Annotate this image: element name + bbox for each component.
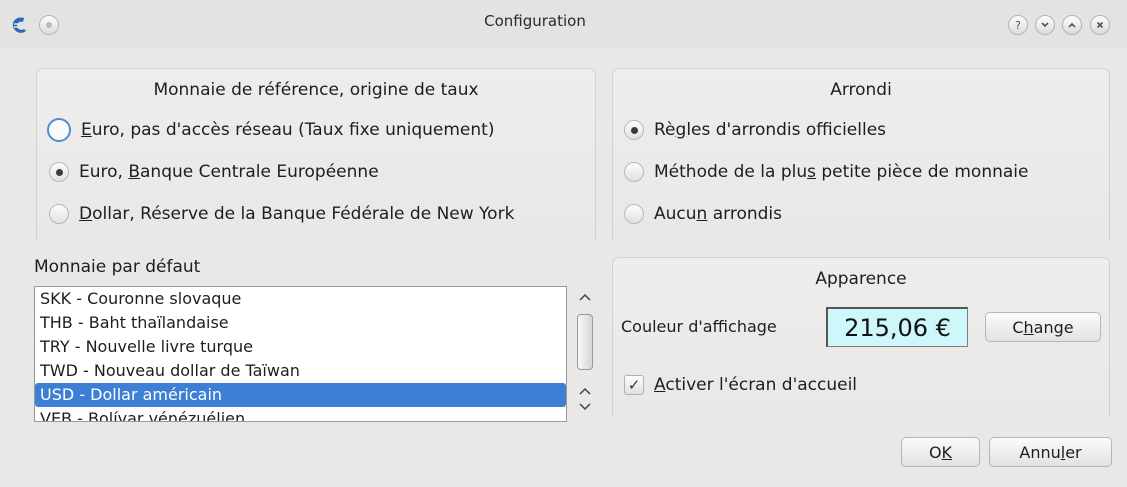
radio-button-checked[interactable] (49, 162, 69, 182)
list-item[interactable]: THB - Baht thaïlandaise (35, 311, 566, 335)
check-icon[interactable]: ✓ (624, 375, 644, 395)
scrollbar-thumb[interactable] (577, 314, 593, 370)
help-icon[interactable]: ? (1008, 15, 1028, 35)
color-sample: 215,06 € (826, 307, 968, 347)
radio-button-checked[interactable] (624, 120, 644, 140)
radio-dollar-fed[interactable]: Dollar, Réserve de la Banque Fédérale de… (49, 204, 514, 224)
radio-smallest-coin[interactable]: Méthode de la plus petite pièce de monna… (624, 162, 1029, 182)
rounding-group-title: Arrondi (830, 80, 892, 100)
list-scrollbar[interactable] (572, 286, 598, 422)
minimize-icon[interactable] (1035, 15, 1055, 35)
radio-label: Aucun arrondis (654, 204, 782, 224)
close-icon[interactable] (1090, 15, 1110, 35)
scroll-down-icon[interactable] (572, 400, 598, 416)
radio-button[interactable] (49, 204, 69, 224)
radio-euro-ecb[interactable]: Euro, Banque Centrale Européenne (49, 162, 379, 182)
radio-label: Règles d'arrondis officielles (654, 120, 887, 140)
default-currency-list[interactable]: SKK - Couronne slovaque THB - Baht thaïl… (34, 286, 567, 422)
radio-label: Euro, pas d'accès réseau (Taux fixe uniq… (81, 120, 495, 140)
radio-button[interactable] (47, 118, 71, 142)
radio-label: Euro, Banque Centrale Européenne (79, 162, 379, 182)
scroll-up-icon[interactable] (572, 384, 598, 400)
cancel-button[interactable]: Annu l er (989, 437, 1112, 467)
list-item-selected[interactable]: USD - Dollar américain (35, 383, 566, 407)
list-item[interactable]: TWD - Nouveau dollar de Taïwan (35, 359, 566, 383)
ok-button[interactable]: OK (901, 437, 980, 467)
list-item[interactable]: TRY - Nouvelle livre turque (35, 335, 566, 359)
display-color-label: Couleur d'affichage (621, 317, 777, 336)
list-item[interactable]: VEB - Bolívar vénézuélien (35, 407, 566, 421)
splash-screen-checkbox[interactable]: ✓ Activer l'écran d'accueil (624, 375, 857, 395)
default-currency-label: Monnaie par défaut (34, 257, 201, 277)
radio-button[interactable] (624, 162, 644, 182)
checkbox-label: Activer l'écran d'accueil (654, 375, 858, 395)
radio-no-rounding[interactable]: Aucun arrondis (624, 204, 782, 224)
change-color-button[interactable]: Ch ange (985, 312, 1101, 342)
radio-euro-fixed[interactable]: Euro, pas d'accès réseau (Taux fixe uniq… (47, 118, 494, 142)
scroll-up-icon[interactable] (572, 290, 598, 306)
appearance-group-title: Apparence (815, 269, 907, 289)
window-title: Configuration (484, 12, 586, 30)
maximize-icon[interactable] (1062, 15, 1082, 35)
radio-button[interactable] (624, 204, 644, 224)
radio-label: Dollar, Réserve de la Banque Fédérale de… (79, 204, 515, 224)
radio-official-rounding[interactable]: Règles d'arrondis officielles (624, 120, 886, 140)
list-item[interactable]: SKK - Couronne slovaque (35, 287, 566, 311)
title-bar: Configuration ? (0, 0, 1127, 48)
reference-group-title: Monnaie de référence, origine de taux (153, 80, 479, 100)
radio-label: Méthode de la plus petite pièce de monna… (654, 162, 1029, 182)
